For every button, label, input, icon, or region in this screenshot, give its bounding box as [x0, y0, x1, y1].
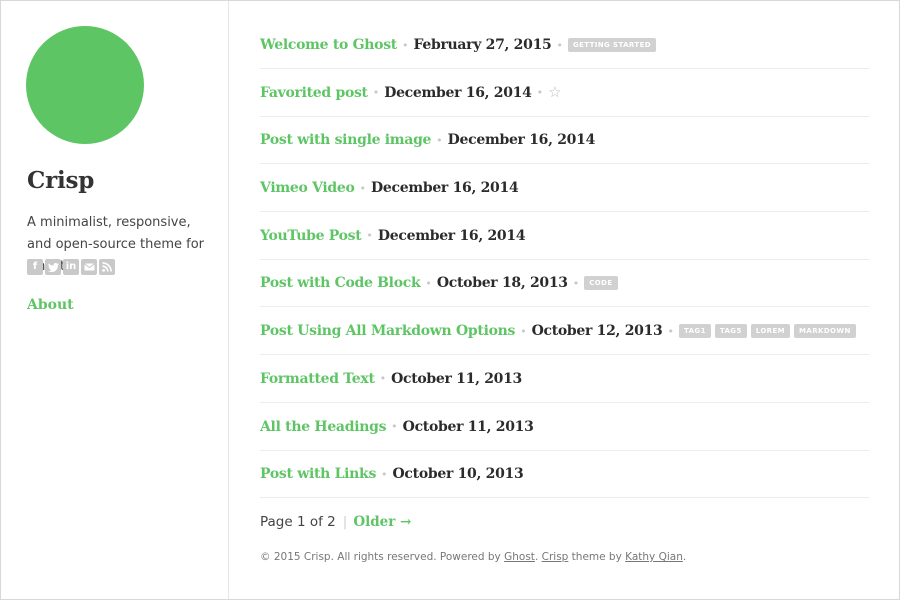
post-row: Welcome to Ghost • February 27, 2015 • GETTI…	[260, 22, 869, 69]
sidebar: Crisp A minimalist, responsive, and open…	[1, 1, 229, 599]
tag-list: TAG1 TAG5 LOREM MARKDOWN	[678, 324, 856, 339]
blog-title[interactable]: Crisp	[27, 167, 94, 194]
post-row: Post with Links • October 10, 2013	[260, 451, 869, 499]
tag-badge[interactable]: MARKDOWN	[794, 324, 856, 339]
tag-badge[interactable]: TAG5	[714, 324, 747, 339]
rss-icon[interactable]	[99, 259, 115, 275]
post-date: December 16, 2014	[371, 180, 519, 197]
post-row: Vimeo Video • December 16, 2014	[260, 165, 869, 213]
tag-badge[interactable]: TAG1	[678, 324, 711, 339]
footer-text-theme-by: theme by	[568, 551, 626, 564]
post-date: February 27, 2015	[413, 37, 552, 53]
separator-dot: •	[401, 38, 409, 52]
footer-text-suffix: .	[682, 551, 687, 564]
post-date: October 11, 2013	[402, 418, 534, 435]
linkedin-icon[interactable]: in	[63, 259, 79, 275]
page-indicator: Page 1 of 2	[260, 514, 336, 531]
post-list: Welcome to Ghost • February 27, 2015 • GETTI…	[260, 22, 869, 563]
post-title-link[interactable]: Post with Code Block	[260, 275, 421, 291]
post-date: December 16, 2014	[384, 84, 532, 101]
separator-dot: •	[520, 324, 527, 338]
separator-dot: •	[359, 181, 367, 195]
email-icon[interactable]	[81, 259, 97, 275]
post-row: All the Headings • October 11, 2013	[260, 404, 869, 451]
post-date: October 11, 2013	[391, 370, 522, 387]
separator-dot: •	[425, 276, 432, 290]
pagination: Page 1 of 2 | Older →	[260, 511, 869, 533]
social-links: f in	[27, 259, 115, 275]
post-date: October 18, 2013	[436, 275, 568, 292]
post-row: Formatted Text • October 11, 2013	[260, 356, 869, 403]
tag-badge[interactable]: CODE	[584, 276, 618, 291]
crisp-link[interactable]: Crisp	[542, 551, 569, 563]
post-title-link[interactable]: Post Using All Markdown Options	[260, 323, 515, 339]
footer-copyright: © 2015 Crisp. All rights reserved. Power…	[260, 551, 505, 564]
twitter-icon[interactable]	[45, 259, 61, 275]
tag-list: CODE	[584, 276, 618, 291]
post-title-link[interactable]: Formatted Text	[260, 371, 375, 387]
post-title-link[interactable]: Post with Links	[260, 466, 376, 482]
author-link[interactable]: Kathy Qian	[625, 551, 683, 563]
separator-dot: •	[372, 86, 380, 100]
pagination-separator: |	[342, 514, 348, 531]
post-date: December 16, 2014	[447, 132, 596, 149]
tag-list: GETTING STARTED	[567, 38, 656, 52]
post-title-link[interactable]: All the Headings	[260, 419, 386, 435]
star-icon: ☆	[548, 83, 562, 102]
post-date: October 12, 2013	[531, 323, 663, 340]
separator-dot: •	[381, 467, 388, 481]
older-posts-link[interactable]: Older →	[353, 514, 411, 530]
post-title-link[interactable]: Post with single image	[260, 132, 431, 148]
post-date: December 16, 2014	[377, 227, 526, 244]
footer: © 2015 Crisp. All rights reserved. Power…	[260, 551, 869, 563]
post-row: Post with Code Block • October 18, 2013 • CO…	[260, 260, 869, 308]
ghost-link[interactable]: Ghost	[504, 551, 535, 563]
separator-dot: •	[556, 38, 563, 52]
facebook-icon[interactable]: f	[27, 259, 43, 275]
nav-about-link[interactable]: About	[27, 297, 74, 313]
post-row: Post Using All Markdown Options • October …	[260, 308, 869, 356]
tag-badge[interactable]: LOREM	[750, 324, 791, 339]
post-row: Favorited post • December 16, 2014 • ☆	[260, 70, 869, 117]
tag-badge[interactable]: GETTING STARTED	[567, 38, 656, 52]
post-title-link[interactable]: Vimeo Video	[260, 180, 355, 196]
separator-dot: •	[366, 229, 373, 243]
footer-text-middle: .	[534, 551, 542, 564]
post-title-link[interactable]: Favorited post	[260, 85, 368, 101]
post-title-link[interactable]: Welcome to Ghost	[260, 37, 397, 53]
separator-dot: •	[436, 133, 443, 147]
post-row: Post with single image • December 16, 2014	[260, 117, 869, 165]
page-frame: Crisp A minimalist, responsive, and open…	[0, 0, 900, 600]
avatar[interactable]	[26, 26, 144, 144]
post-date: October 10, 2013	[392, 466, 524, 483]
post-title-link[interactable]: YouTube Post	[260, 228, 362, 244]
separator-dot: •	[572, 276, 580, 290]
separator-dot: •	[379, 372, 387, 386]
separator-dot: •	[536, 86, 544, 100]
post-row: YouTube Post • December 16, 2014	[260, 213, 869, 260]
separator-dot: •	[391, 420, 398, 433]
separator-dot: •	[667, 324, 674, 338]
